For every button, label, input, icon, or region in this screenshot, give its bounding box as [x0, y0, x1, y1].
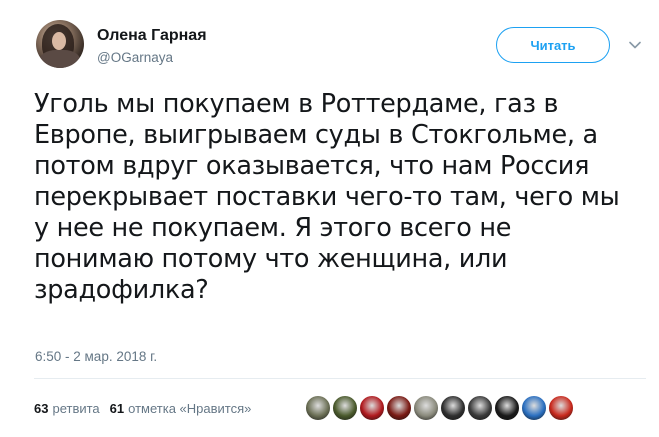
likes-stat[interactable]: 61 отметка «Нравится»: [110, 401, 252, 416]
avatar-body: [40, 50, 80, 68]
liker-avatar[interactable]: [413, 395, 439, 421]
follow-button[interactable]: Читать: [496, 27, 610, 63]
liker-avatar[interactable]: [305, 395, 331, 421]
tweet-card: Олена Гарная @OGarnaya Читать Уголь мы п…: [0, 0, 659, 437]
liker-avatar[interactable]: [332, 395, 358, 421]
liker-avatar[interactable]: [548, 395, 574, 421]
retweets-stat[interactable]: 63 ретвита: [34, 401, 100, 416]
tweet-stats: 63 ретвита 61 отметка «Нравится»: [34, 401, 251, 416]
divider: [34, 378, 646, 379]
chevron-down-icon[interactable]: [628, 38, 642, 52]
tweet-text: Уголь мы покупаем в Роттердаме, газ в Ев…: [34, 89, 620, 305]
likers-avatars: [305, 395, 574, 421]
timestamp[interactable]: 6:50 - 2 мар. 2018 г.: [35, 349, 157, 364]
likes-label: отметка «Нравится»: [128, 401, 252, 416]
liker-avatar[interactable]: [521, 395, 547, 421]
likes-count: 61: [109, 401, 125, 416]
author-name[interactable]: Олена Гарная: [97, 27, 207, 45]
author-handle[interactable]: @OGarnaya: [97, 50, 173, 65]
liker-avatar[interactable]: [386, 395, 412, 421]
avatar[interactable]: [36, 20, 84, 68]
liker-avatar[interactable]: [359, 395, 385, 421]
liker-avatar[interactable]: [467, 395, 493, 421]
retweets-count: 63: [34, 401, 49, 416]
liker-avatar[interactable]: [440, 395, 466, 421]
liker-avatar[interactable]: [494, 395, 520, 421]
retweets-label: ретвита: [52, 401, 100, 416]
avatar-face: [52, 32, 66, 50]
